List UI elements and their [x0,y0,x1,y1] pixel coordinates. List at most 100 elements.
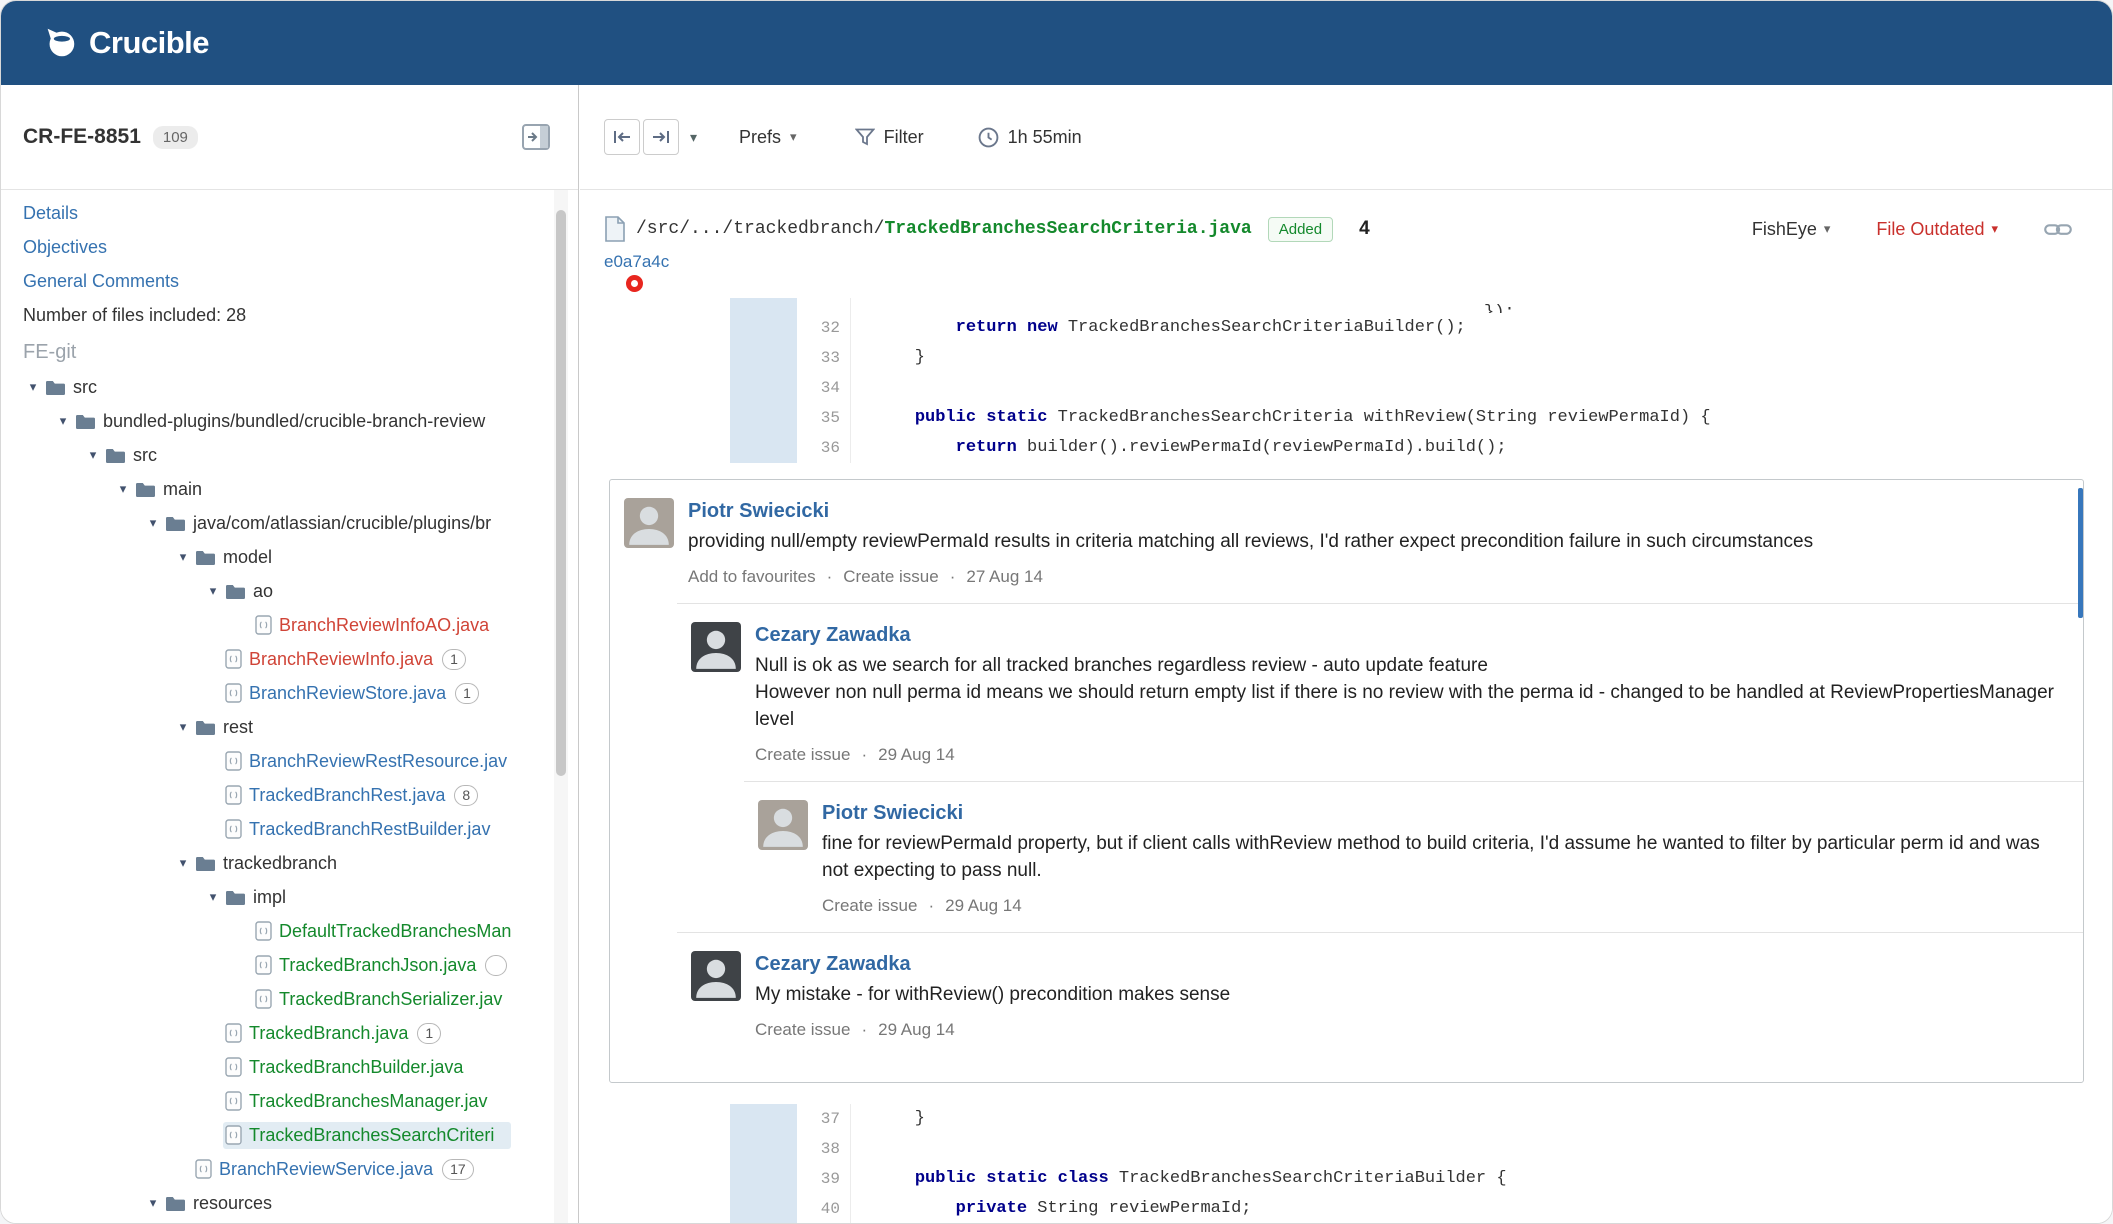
separator-dot: · [861,1020,868,1039]
tree-folder[interactable]: ▾ src [23,438,554,472]
tree-file[interactable]: TrackedBranchesSearchCriteri [23,1118,554,1152]
file-outdated-dropdown[interactable]: File Outdated ▾ [1876,219,1998,240]
comment-count-badge: 1 [417,1022,442,1044]
sidebar: CR-FE-8851 109 Details Objectives General … [1,85,579,1223]
tree-file[interactable]: BranchReviewInfoAO.java [23,608,554,642]
tree-file[interactable]: BranchReviewRestResource.jav [23,744,554,778]
caret-down-icon[interactable]: ▾ [173,549,193,565]
comment-date: 29 Aug 14 [945,896,1022,915]
caret-down-icon[interactable]: ▾ [113,481,133,497]
code-text: return builder().reviewPermaId(reviewPer… [955,438,1507,457]
tree-item-content: src [43,374,114,401]
tree-folder[interactable]: ▾ trackedbranch [23,846,554,880]
avatar[interactable] [758,800,808,850]
caret-down-icon[interactable]: ▾ [23,379,43,395]
folder-icon [105,447,126,464]
tree-file[interactable]: TrackedBranchRestBuilder.jav [23,812,554,846]
code-line[interactable]: 36 return builder().reviewPermaId(review… [591,433,2112,463]
revision-gutter [730,1194,797,1223]
code-line[interactable]: 39 public static class TrackedBranchesSe… [591,1164,2112,1194]
code-line[interactable]: 35 public static TrackedBranchesSearchCr… [591,403,2112,433]
tree-folder[interactable]: ▾ bundled-plugins/bundled/crucible-branch… [23,404,554,438]
tree-item-content: TrackedBranchJson.java [253,952,515,979]
code-line[interactable]: 33 } [591,343,2112,373]
file-icon [225,649,242,669]
tree-folder[interactable]: ▾ java/com/atlassian/crucible/plugins/br [23,506,554,540]
code-line[interactable]: 40 private String reviewPermaId; [591,1194,2112,1223]
caret-down-icon[interactable]: ▾ [143,515,163,531]
sidebar-link-objectives[interactable]: Objectives [23,230,554,264]
caret-down-icon[interactable]: ▾ [173,855,193,871]
sidebar-link-general-comments[interactable]: General Comments [23,264,554,298]
tree-folder[interactable]: ▾ model [23,540,554,574]
tree-file[interactable]: TrackedBranchSerializer.jav [23,982,554,1016]
brand[interactable]: Crucible [41,1,210,85]
comment-action-create-issue[interactable]: Create issue [822,896,917,916]
caret-down-icon[interactable]: ▾ [203,583,223,599]
previous-file-button[interactable] [604,119,640,155]
code-line[interactable]: 38 [591,1134,2112,1164]
line-number: 35 [797,403,851,433]
filter-button[interactable]: Filter [854,127,924,148]
code-text: } [874,1109,926,1128]
prefs-label: Prefs [739,126,782,147]
tree-file[interactable]: BranchReviewService.java 17 [23,1152,554,1186]
tree-file[interactable]: BranchReviewInfo.java 1 [23,642,554,676]
tree-file[interactable]: TrackedBranch.java 1 [23,1016,554,1050]
tree-folder[interactable]: ▾ resources [23,1186,554,1220]
tree-folder[interactable]: ▾ src [23,370,554,404]
tree-folder[interactable]: ▾ main [23,472,554,506]
comment-author[interactable]: Cezary Zawadka [755,624,2063,647]
link-icon[interactable] [2044,221,2072,238]
fisheye-dropdown[interactable]: FishEye ▾ [1752,219,1831,240]
tree-file[interactable]: TrackedBranchesManager.jav [23,1084,554,1118]
tree-folder[interactable]: ▾ ao [23,574,554,608]
revision-link[interactable]: e0a7a4c [604,252,669,272]
collapse-panel-button[interactable] [522,124,550,150]
tree-file[interactable] [23,1220,554,1223]
tree-file[interactable]: BranchReviewStore.java 1 [23,676,554,710]
file-nav-dropdown-caret[interactable]: ▾ [690,129,697,146]
sidebar-scrollbar[interactable] [554,190,568,1223]
tree-file[interactable]: TrackedBranchBuilder.java [23,1050,554,1084]
line-number: 37 [797,1104,851,1134]
code-text: return new TrackedBranchesSearchCriteria… [955,318,1466,337]
line-number: 32 [797,313,851,343]
comment-author[interactable]: Piotr Swiecicki [688,500,2063,523]
comment-author[interactable]: Piotr Swiecicki [822,802,2063,825]
time-spent-indicator[interactable]: 1h 55min [978,127,1082,148]
caret-down-icon[interactable]: ▾ [143,1195,163,1211]
next-file-button[interactable] [643,119,679,155]
tree-item-label: TrackedBranchJson.java [279,954,477,975]
code-line[interactable]: 34 [591,373,2112,403]
tree-item-label: TrackedBranchRestBuilder.jav [249,818,491,839]
file-comment-count: 4 [1359,218,1370,239]
comment-action-add-to-favourites[interactable]: Add to favourites [688,567,816,587]
sidebar-link-details[interactable]: Details [23,196,554,230]
code-line[interactable]: 32 return new TrackedBranchesSearchCrite… [591,313,2112,343]
comment-content: Piotr Swiecicki fine for reviewPermaId pr… [822,802,2063,916]
tree-file[interactable]: TrackedBranchJson.java [23,948,554,982]
prefs-dropdown[interactable]: Prefs ▾ [739,127,797,148]
tree-file[interactable]: DefaultTrackedBranchesMan [23,914,554,948]
avatar[interactable] [624,498,674,548]
separator-dot: · [861,745,868,764]
file-icon [255,955,272,975]
code-line[interactable]: 37 } [591,1104,2112,1134]
avatar[interactable] [691,622,741,672]
comment-action-create-issue[interactable]: Create issue [843,567,938,587]
code-block: }); 32 return new TrackedBranchesSearchCr… [591,298,2112,463]
scrollbar-thumb[interactable] [556,210,566,776]
tree-folder[interactable]: ▾ rest [23,710,554,744]
tree-folder[interactable]: ▾ impl [23,880,554,914]
comment-action-create-issue[interactable]: Create issue [755,1020,850,1040]
caret-down-icon[interactable]: ▾ [53,413,73,429]
caret-down-icon[interactable]: ▾ [83,447,103,463]
tree-file[interactable]: TrackedBranchRest.java 8 [23,778,554,812]
comment-author[interactable]: Cezary Zawadka [755,953,2063,976]
comment-action-create-issue[interactable]: Create issue [755,745,850,765]
avatar[interactable] [691,951,741,1001]
caret-down-icon[interactable]: ▾ [203,889,223,905]
comment-body: fine for reviewPermaId property, but if … [822,833,2040,881]
caret-down-icon[interactable]: ▾ [173,719,193,735]
